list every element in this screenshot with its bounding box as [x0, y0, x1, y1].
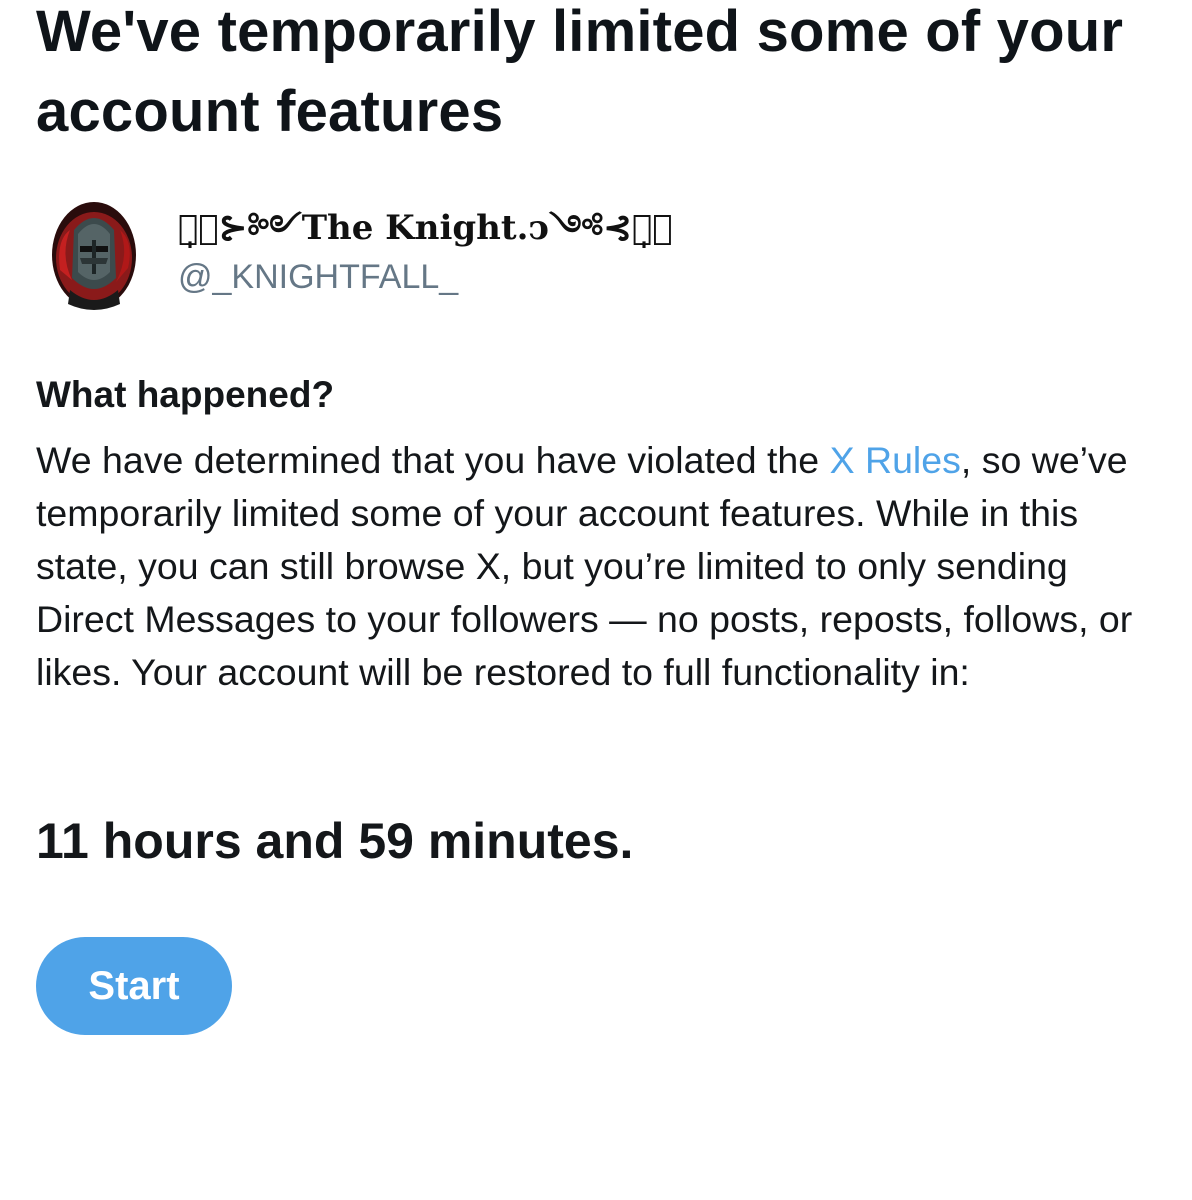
- page-title: We've temporarily limited some of your a…: [36, 0, 1124, 144]
- knight-helmet-avatar: [50, 200, 138, 310]
- what-happened-heading: What happened?: [36, 374, 335, 415]
- violation-explanation: We have determined that you have violate…: [36, 434, 1146, 699]
- account-handle: @_KNIGHTFALL_: [178, 258, 459, 296]
- start-button[interactable]: Start: [36, 937, 232, 1035]
- display-name: ‿̩͙⊱༻The Knight.ͻ༺⊰‿̩͙: [178, 208, 673, 248]
- explanation-text-start: We have determined that you have violate…: [36, 439, 830, 481]
- restriction-countdown: 11 hours and 59 minutes.: [36, 813, 634, 869]
- x-rules-link[interactable]: X Rules: [830, 439, 961, 481]
- account-card: ‿̩͙⊱༻The Knight.ͻ༺⊰‿̩͙ @_KNIGHTFALL_: [50, 200, 750, 312]
